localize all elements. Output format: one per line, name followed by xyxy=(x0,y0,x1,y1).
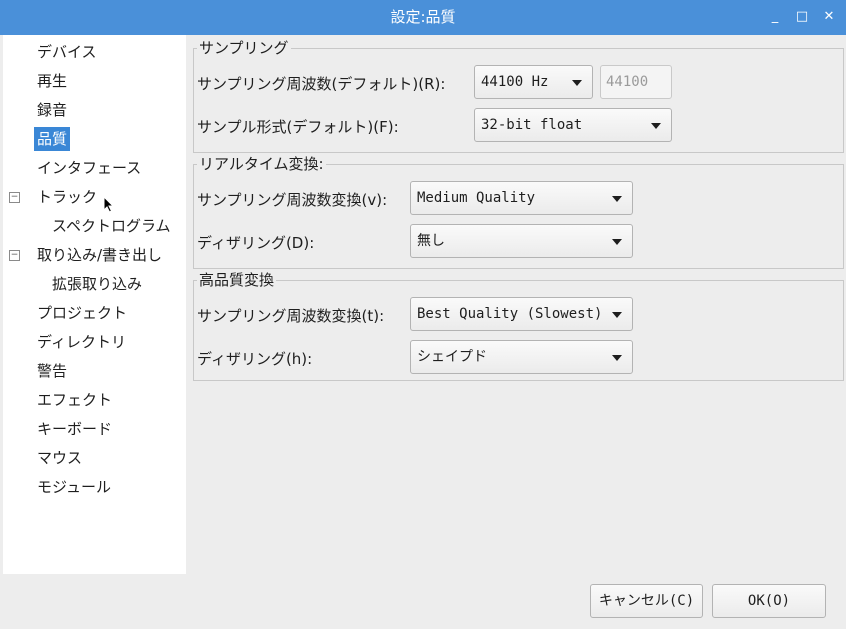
maximize-button[interactable]: □ xyxy=(793,8,811,26)
hq-rate-converter-dropdown[interactable]: Best Quality (Slowest) xyxy=(410,297,633,331)
sidebar-item[interactable]: 警告 xyxy=(34,359,70,383)
sample-rate-dropdown[interactable]: 44100 Hz xyxy=(474,65,593,99)
collapse-icon[interactable]: − xyxy=(9,192,20,203)
hq-dither-value: シェイプド xyxy=(417,349,487,365)
sidebar-item[interactable]: スペクトログラム xyxy=(49,214,174,238)
hq-dither-dropdown[interactable]: シェイプド xyxy=(410,340,633,374)
chevron-down-icon xyxy=(651,123,661,129)
sample-rate-value: 44100 Hz xyxy=(481,74,549,90)
chevron-down-icon xyxy=(612,239,622,245)
realtime-rate-converter-label: サンプリング周波数変換(v): xyxy=(197,191,388,209)
sidebar-item[interactable]: 取り込み/書き出し xyxy=(34,243,165,267)
sidebar-item[interactable]: 品質 xyxy=(34,127,71,151)
sample-rate-label: サンプリング周波数(デフォルト)(R): xyxy=(197,75,446,93)
chevron-down-icon xyxy=(612,196,622,202)
chevron-down-icon xyxy=(612,355,622,361)
window-title: 設定:品質 xyxy=(390,8,456,26)
realtime-dither-label: ディザリング(D): xyxy=(197,234,315,252)
realtime-rate-converter-dropdown[interactable]: Medium Quality xyxy=(410,181,633,215)
realtime-dither-value: 無し xyxy=(417,233,445,249)
chevron-down-icon xyxy=(572,80,582,86)
sidebar-item[interactable]: ディレクトリ xyxy=(34,330,129,354)
hq-rate-converter-value: Best Quality (Slowest) xyxy=(417,306,603,322)
sidebar-item[interactable]: デバイス xyxy=(34,40,100,64)
sidebar-item[interactable]: エフェクト xyxy=(34,388,115,412)
sidebar-item[interactable]: モジュール xyxy=(34,475,114,499)
hq-rate-converter-label: サンプリング周波数変換(t): xyxy=(197,307,385,325)
realtime-rate-converter-value: Medium Quality xyxy=(417,190,536,206)
sidebar-item[interactable]: キーボード xyxy=(34,417,115,441)
realtime-conversion-title: リアルタイム変換: xyxy=(197,155,326,173)
sample-format-dropdown[interactable]: 32-bit float xyxy=(474,108,672,142)
hq-dither-label: ディザリング(h): xyxy=(197,350,313,368)
chevron-down-icon xyxy=(612,312,622,318)
sample-format-value: 32-bit float xyxy=(481,117,583,133)
sidebar-item[interactable]: トラック xyxy=(34,185,100,209)
sidebar-item[interactable]: インタフェース xyxy=(34,156,144,180)
sidebar-item[interactable]: プロジェクト xyxy=(34,301,130,325)
sidebar-item[interactable]: 録音 xyxy=(34,98,70,122)
custom-sample-rate-input[interactable]: 44100 xyxy=(600,65,672,99)
sidebar-item[interactable]: 拡張取り込み xyxy=(49,272,145,296)
mouse-cursor-icon xyxy=(103,196,115,213)
minimize-button[interactable]: _ xyxy=(766,8,784,26)
sidebar-item[interactable]: 再生 xyxy=(34,69,70,93)
cancel-button[interactable]: キャンセル(C) xyxy=(590,584,703,618)
title-bar: 設定:品質 _ □ ✕ xyxy=(0,0,846,35)
sidebar-item[interactable]: マウス xyxy=(34,446,85,470)
collapse-icon[interactable]: − xyxy=(9,250,20,261)
high-quality-conversion-title: 高品質変換 xyxy=(197,271,277,289)
sampling-group-title: サンプリング xyxy=(197,39,291,57)
realtime-dither-dropdown[interactable]: 無し xyxy=(410,224,633,258)
sample-format-label: サンプル形式(デフォルト)(F): xyxy=(197,118,399,136)
ok-button[interactable]: OK(O) xyxy=(712,584,826,618)
close-button[interactable]: ✕ xyxy=(820,8,838,26)
